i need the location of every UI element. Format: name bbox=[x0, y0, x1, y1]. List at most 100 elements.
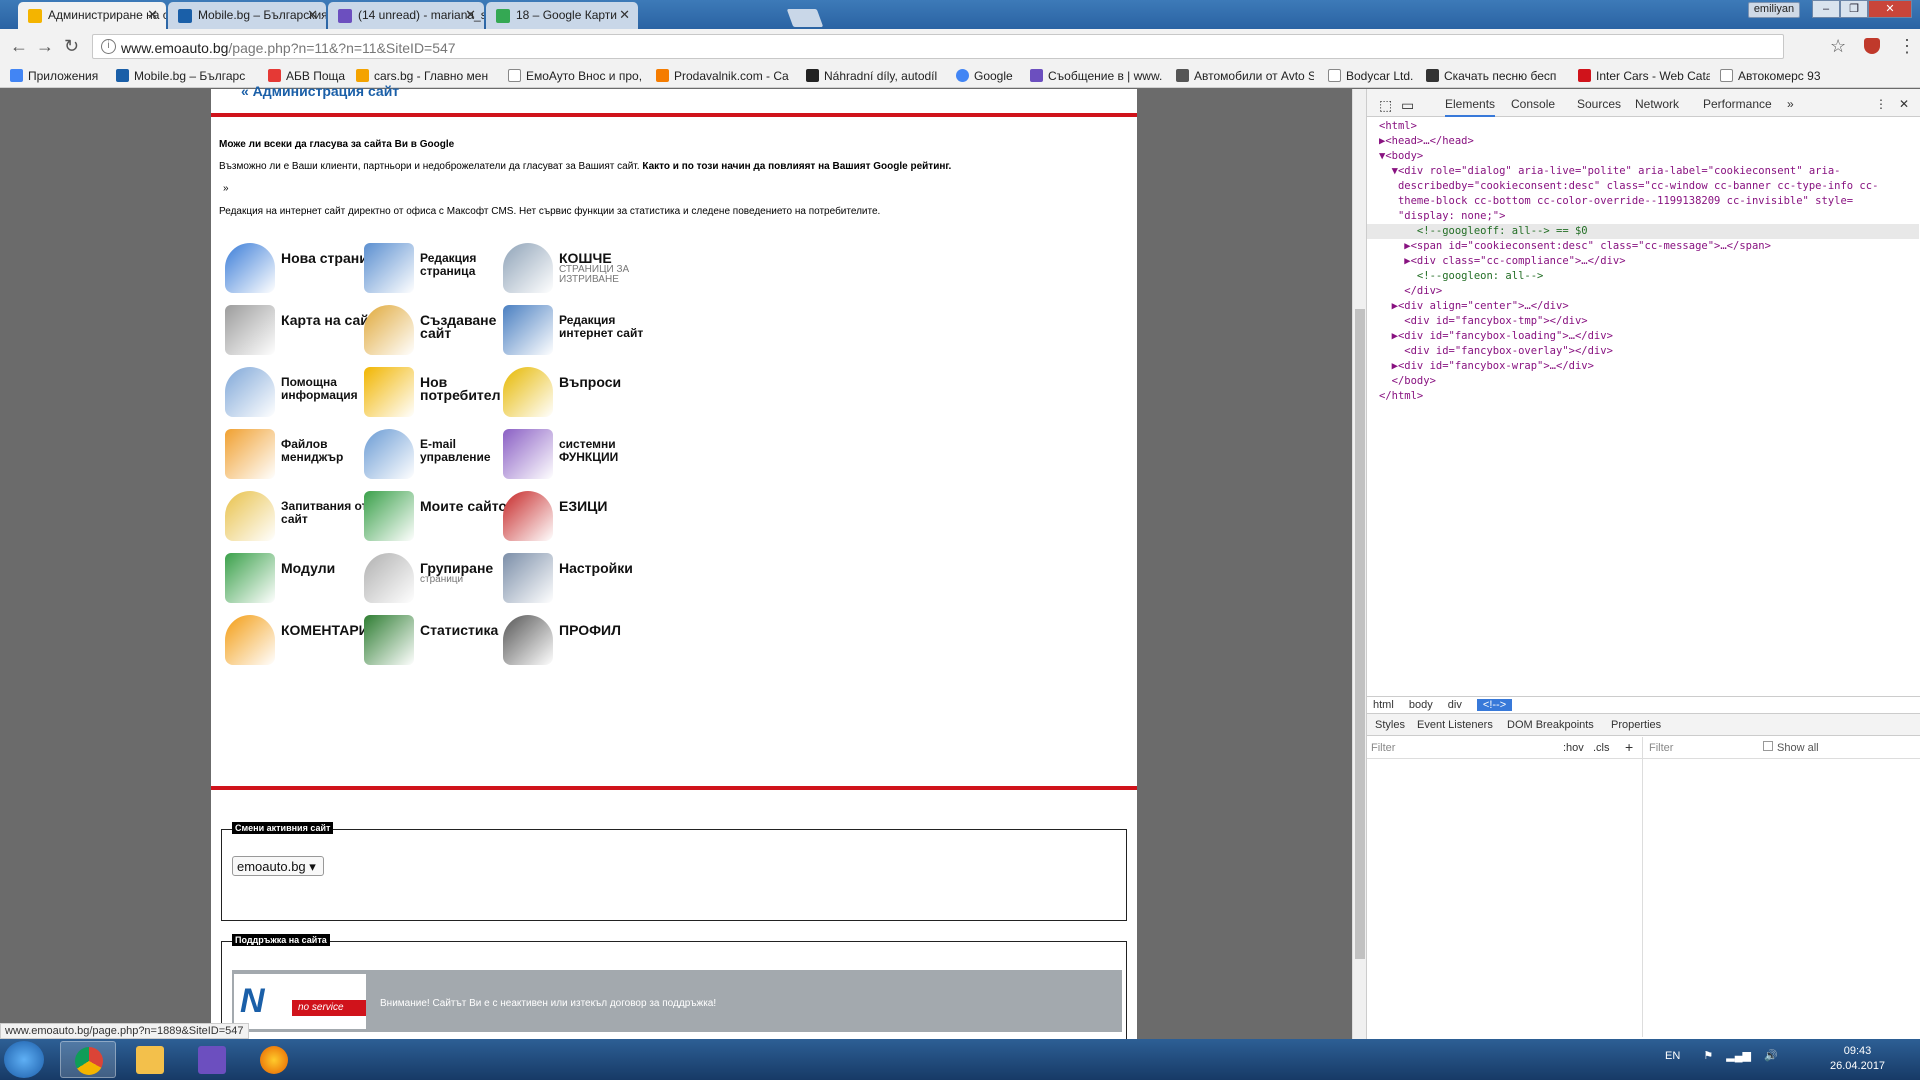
dom-node-line[interactable]: ▶<div id="fancybox-loading">…</div> bbox=[1379, 329, 1919, 344]
network-icon[interactable]: ▂▄▆ bbox=[1726, 1050, 1751, 1062]
close-tab-icon[interactable]: ✕ bbox=[465, 7, 476, 23]
bookmark-item[interactable]: Bodycar Ltd. bbox=[1328, 69, 1426, 83]
devtools-menu-icon[interactable]: ⋮ bbox=[1875, 97, 1887, 111]
admin-item-comments[interactable]: КОМЕНТАРИ bbox=[225, 611, 385, 671]
minimize-button[interactable]: – bbox=[1812, 0, 1840, 18]
bookmark-item[interactable]: Google bbox=[956, 69, 1020, 83]
bookmark-item[interactable]: Prodavalnik.com - Ca bbox=[656, 69, 794, 83]
close-tab-icon[interactable]: ✕ bbox=[147, 7, 158, 23]
language-indicator[interactable]: EN bbox=[1665, 1050, 1680, 1062]
subtab-dom-breakpoints[interactable]: DOM Breakpoints bbox=[1507, 719, 1594, 731]
inspect-icon[interactable]: ⬚ bbox=[1379, 97, 1392, 114]
reload-icon[interactable]: ↻ bbox=[64, 36, 79, 57]
subtab-event-listeners[interactable]: Event Listeners bbox=[1417, 719, 1493, 731]
tab-sources[interactable]: Sources bbox=[1577, 97, 1621, 111]
bookmark-item[interactable]: АБВ Поща bbox=[268, 69, 352, 83]
tab-admin[interactable]: Администриране на сай ✕ bbox=[18, 2, 166, 29]
start-button[interactable] bbox=[4, 1041, 44, 1078]
back-icon[interactable]: ← bbox=[10, 36, 28, 57]
admin-item-file-manager[interactable]: Файлов мениджър bbox=[225, 425, 385, 485]
tab-network[interactable]: Network bbox=[1635, 97, 1679, 111]
admin-item-group-pages[interactable]: Групиране страници bbox=[364, 549, 524, 609]
crumb-comment[interactable]: <!--> bbox=[1476, 699, 1513, 711]
dom-node-line[interactable]: <html> bbox=[1379, 119, 1919, 134]
admin-item-settings[interactable]: Настройки bbox=[503, 549, 663, 609]
flag-icon[interactable]: ⚑ bbox=[1703, 1050, 1713, 1062]
more-tabs-icon[interactable]: » bbox=[1787, 97, 1794, 111]
address-bar[interactable]: i www.emoauto.bg/page.php?n=11&?n=11&Sit… bbox=[92, 34, 1784, 59]
scrollbar-thumb[interactable] bbox=[1355, 309, 1365, 959]
admin-item-inquiries[interactable]: Запитвания от сайт bbox=[225, 487, 385, 547]
admin-item-edit-site[interactable]: Редакция интернет сайт bbox=[503, 301, 663, 361]
tab-mobile[interactable]: Mobile.bg – Българския ✕ bbox=[168, 2, 326, 29]
admin-item-edit-page[interactable]: Редакция страница bbox=[364, 239, 524, 299]
admin-item-system-functions[interactable]: системни ФУНКЦИИ bbox=[503, 425, 663, 485]
page-scrollbar[interactable] bbox=[1352, 89, 1366, 1039]
dom-node-line[interactable]: describedby="cookieconsent:desc" class="… bbox=[1379, 179, 1919, 194]
hov-button[interactable]: :hov bbox=[1563, 742, 1584, 754]
tab-elements[interactable]: Elements bbox=[1445, 97, 1496, 117]
menu-icon[interactable]: ⋮ bbox=[1898, 36, 1916, 57]
subtab-styles[interactable]: Styles bbox=[1375, 719, 1405, 731]
bookmark-item[interactable]: Автокомерс 93 bbox=[1720, 69, 1850, 83]
admin-item-help-info[interactable]: Помощна информация bbox=[225, 363, 385, 423]
bookmark-star-icon[interactable]: ☆ bbox=[1830, 36, 1846, 57]
site-select[interactable]: emoauto.bg ▾ bbox=[232, 856, 324, 876]
more-link[interactable]: » bbox=[223, 183, 229, 194]
dom-node-line[interactable]: <div id="fancybox-overlay"></div> bbox=[1379, 344, 1919, 359]
close-tab-icon[interactable]: ✕ bbox=[619, 7, 630, 23]
dom-node-line[interactable]: ▼<div role="dialog" aria-live="polite" a… bbox=[1379, 164, 1919, 179]
taskbar-firefox[interactable] bbox=[246, 1041, 302, 1078]
dom-node-line[interactable]: ▶<span id="cookieconsent:desc" class="cc… bbox=[1379, 239, 1919, 254]
dom-node-line[interactable]: <!--googleon: all--> bbox=[1379, 269, 1919, 284]
bookmark-item[interactable]: ЕмоАуто Внос и про, bbox=[508, 69, 644, 83]
bookmark-item[interactable]: Mobile.bg – Българс bbox=[116, 69, 250, 83]
crumb-body[interactable]: body bbox=[1409, 699, 1433, 711]
dom-node-line[interactable]: <div id="fancybox-tmp"></div> bbox=[1379, 314, 1919, 329]
dom-node-line[interactable]: ▶<div align="center">…</div> bbox=[1379, 299, 1919, 314]
show-all-checkbox[interactable] bbox=[1763, 741, 1773, 751]
taskbar-chrome[interactable] bbox=[60, 1041, 116, 1078]
bookmark-item[interactable]: Скачать песню бесп bbox=[1426, 69, 1566, 83]
info-icon[interactable]: i bbox=[101, 39, 116, 54]
dom-node-line[interactable]: <!--googleoff: all--> == $0 bbox=[1367, 224, 1919, 239]
ublock-extension-icon[interactable] bbox=[1864, 38, 1880, 54]
volume-icon[interactable]: 🔊 bbox=[1764, 1050, 1778, 1062]
crumb-html[interactable]: html bbox=[1373, 699, 1394, 711]
cls-button[interactable]: .cls bbox=[1593, 742, 1610, 754]
profile-button[interactable]: emiliyan bbox=[1748, 2, 1800, 18]
forward-icon[interactable]: → bbox=[36, 36, 54, 57]
admin-item-new-user[interactable]: Нов потребител bbox=[364, 363, 524, 423]
dom-node-line[interactable]: "display: none;"> bbox=[1379, 209, 1919, 224]
admin-item-languages[interactable]: ЕЗИЦИ bbox=[503, 487, 663, 547]
dom-node-line[interactable]: ▶<div id="fancybox-wrap">…</div> bbox=[1379, 359, 1919, 374]
crumb-div[interactable]: div bbox=[1448, 699, 1462, 711]
device-toolbar-icon[interactable]: ▭ bbox=[1401, 97, 1414, 114]
admin-item-my-sites[interactable]: Моите сайтове bbox=[364, 487, 524, 547]
admin-item-create-site[interactable]: Създаване сайт bbox=[364, 301, 524, 361]
tab-performance[interactable]: Performance bbox=[1703, 97, 1772, 111]
close-window-button[interactable]: ✕ bbox=[1868, 0, 1912, 18]
bookmark-item[interactable]: Автомобили от Avto Sk bbox=[1176, 69, 1314, 83]
clock[interactable]: 09:43 26.04.2017 bbox=[1830, 1044, 1885, 1074]
admin-item-profile[interactable]: ПРОФИЛ bbox=[503, 611, 663, 671]
admin-item-modules[interactable]: Модули bbox=[225, 549, 385, 609]
dom-node-line[interactable]: ▶<head>…</head> bbox=[1379, 134, 1919, 149]
subtab-properties[interactable]: Properties bbox=[1611, 719, 1661, 731]
add-rule-icon[interactable]: + bbox=[1625, 739, 1633, 755]
bookmark-apps[interactable]: Приложения bbox=[10, 69, 98, 83]
maximize-button[interactable]: ❐ bbox=[1840, 0, 1868, 18]
computed-filter-input[interactable]: Filter bbox=[1649, 742, 1673, 754]
bookmark-item[interactable]: Inter Cars - Web Cata bbox=[1578, 69, 1710, 83]
admin-title-link[interactable]: « Администрация сайт bbox=[241, 83, 399, 99]
styles-filter-input[interactable]: Filter bbox=[1371, 742, 1395, 754]
admin-item-sitemap[interactable]: Карта на сайта bbox=[225, 301, 385, 361]
close-tab-icon[interactable]: ✕ bbox=[307, 7, 318, 23]
new-tab-button[interactable] bbox=[786, 9, 824, 27]
dom-node-line[interactable]: </html> bbox=[1379, 389, 1919, 404]
admin-item-trash[interactable]: КОШЧЕ СТРАНИЦИ ЗА ИЗТРИВАНЕ bbox=[503, 239, 663, 299]
dom-node-line[interactable]: </div> bbox=[1379, 284, 1919, 299]
bookmark-item[interactable]: cars.bg - Главно мен bbox=[356, 69, 496, 83]
admin-item-statistics[interactable]: Статистика bbox=[364, 611, 524, 671]
tab-maps[interactable]: 18 – Google Карти ✕ bbox=[486, 2, 638, 29]
